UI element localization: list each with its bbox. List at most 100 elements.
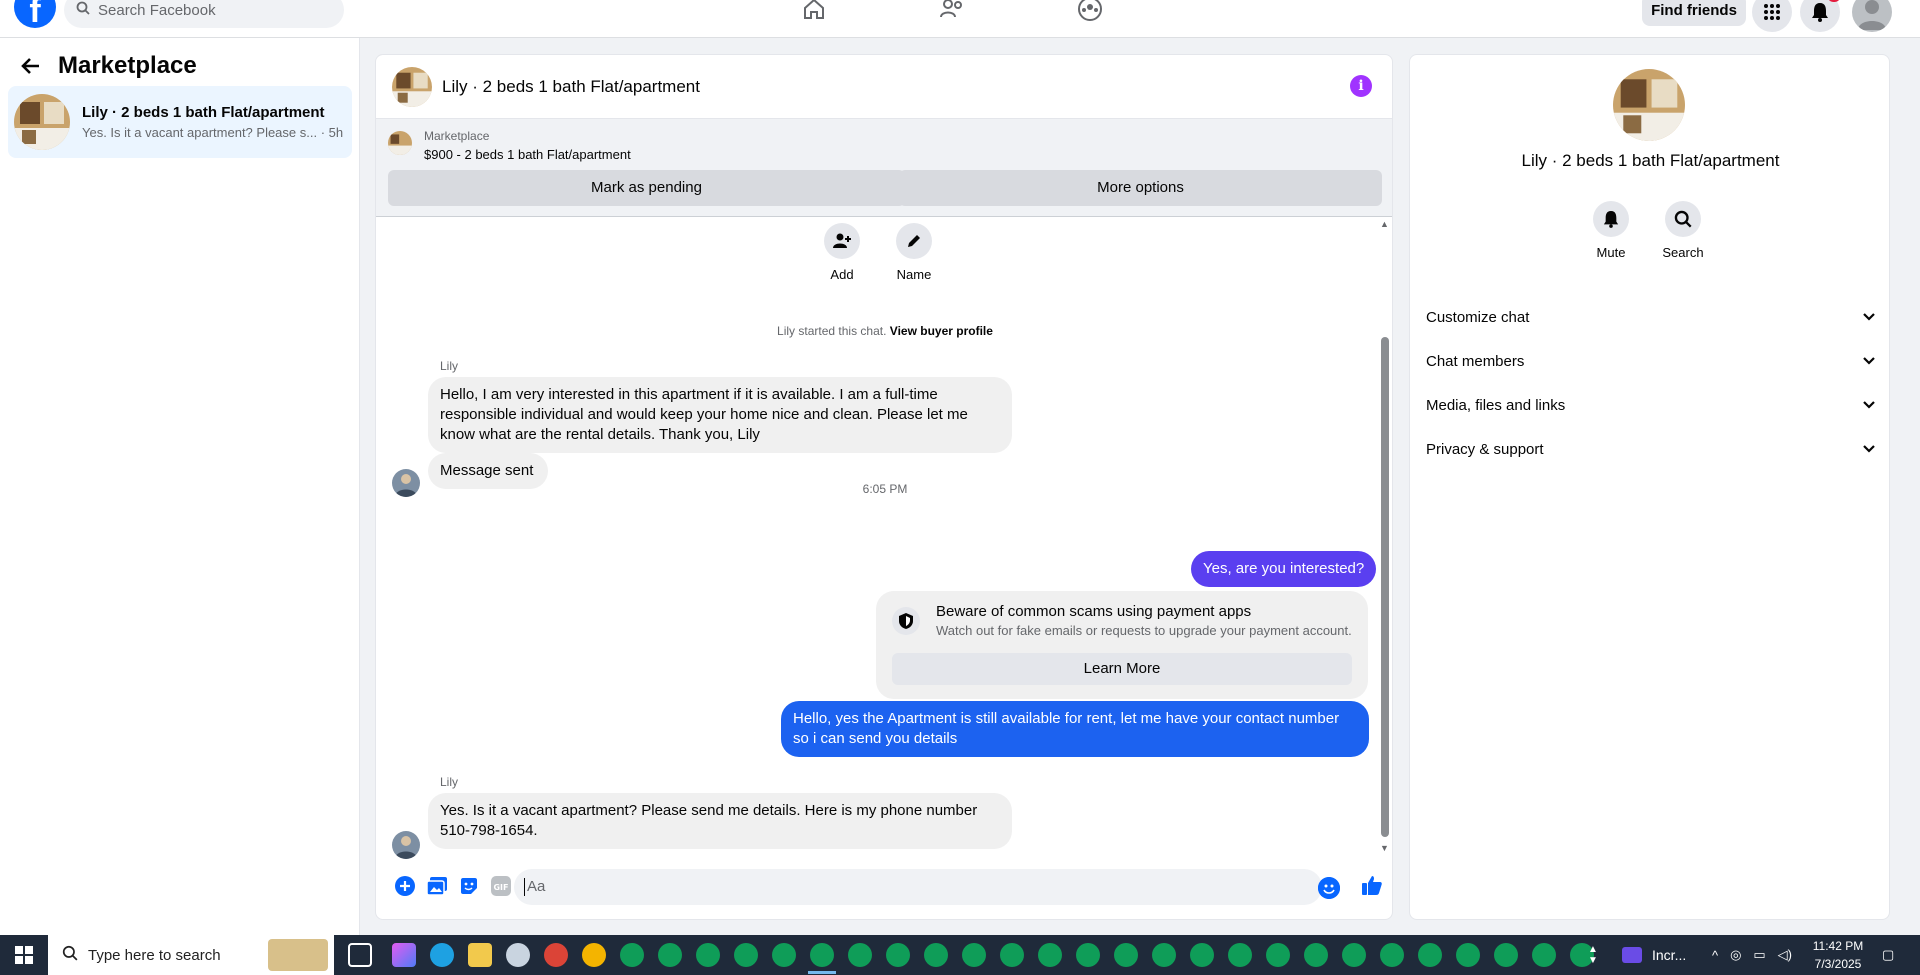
search-icon xyxy=(76,1,90,19)
back-arrow-icon[interactable] xyxy=(20,55,42,77)
scam-warning-subtitle: Watch out for fake emails or requests to… xyxy=(936,623,1352,638)
chat-started-text: Lily started this chat. xyxy=(777,324,887,338)
taskbar-clock[interactable]: 11:42 PM 7/3/2025 xyxy=(1798,937,1878,973)
menu-grid-icon[interactable] xyxy=(1752,0,1792,32)
notifications-bell-icon[interactable] xyxy=(1800,0,1840,32)
chrome-profile-icon[interactable] xyxy=(962,943,986,967)
chrome-profile-icon[interactable] xyxy=(1380,943,1404,967)
chrome-profile-icon[interactable] xyxy=(810,943,834,967)
mark-as-pending-button[interactable]: Mark as pending xyxy=(388,170,905,206)
shield-icon xyxy=(892,607,920,635)
scrollbar-thumb[interactable] xyxy=(1381,337,1389,837)
chrome-profile-icon[interactable] xyxy=(1114,943,1138,967)
taskbar-scroll-arrows-icon[interactable]: ▲ ▼ xyxy=(1588,935,1598,975)
privacy-support-section[interactable]: Privacy & support xyxy=(1426,427,1876,471)
chrome-profile-icon[interactable] xyxy=(1266,943,1290,967)
chrome-profile-icon[interactable] xyxy=(1228,943,1252,967)
find-friends-button[interactable]: Find friends xyxy=(1642,0,1746,26)
chrome-profile-icon[interactable] xyxy=(734,943,758,967)
file-explorer-icon[interactable] xyxy=(468,943,492,967)
more-options-button[interactable]: More options xyxy=(899,170,1382,206)
incoming-message-bubble[interactable]: Hello, I am very interested in this apar… xyxy=(428,377,1012,453)
edge-browser-icon[interactable] xyxy=(430,943,454,967)
plus-circle-icon[interactable] xyxy=(394,875,416,897)
marketplace-listing-thumbnail xyxy=(388,131,412,155)
volume-icon[interactable]: ◁) xyxy=(1778,947,1792,963)
chat-members-section[interactable]: Chat members xyxy=(1426,339,1876,383)
windows-start-icon[interactable] xyxy=(0,935,48,975)
message-input[interactable]: Aa xyxy=(514,869,1322,905)
network-icon[interactable]: ▭ xyxy=(1753,947,1765,963)
scam-warning-card: Beware of common scams using payment app… xyxy=(876,591,1368,699)
outgoing-message-bubble[interactable]: Yes, are you interested? xyxy=(1191,551,1377,587)
taskbar-search-box[interactable]: Type here to search xyxy=(48,935,334,975)
page-scrollbar[interactable] xyxy=(1904,38,1920,935)
listing-price-title[interactable]: $900 - 2 beds 1 bath Flat/apartment xyxy=(424,147,631,162)
incremental-app-button[interactable]: Incr... xyxy=(1622,935,1686,975)
notification-center-icon[interactable]: ▢ xyxy=(1882,935,1894,975)
chrome-profile-icon[interactable] xyxy=(1304,943,1328,967)
chat-title[interactable]: Lily · 2 beds 1 bath Flat/apartment xyxy=(442,77,700,97)
task-view-icon[interactable] xyxy=(348,943,372,967)
chrome-profile-icon[interactable] xyxy=(1456,943,1480,967)
sender-name: Lily xyxy=(440,359,459,373)
chrome-profile-icon[interactable] xyxy=(1076,943,1100,967)
outgoing-message-bubble[interactable]: Hello, yes the Apartment is still availa… xyxy=(781,701,1369,757)
scam-warning-title: Beware of common scams using payment app… xyxy=(936,603,1252,620)
facebook-logo-icon[interactable]: f xyxy=(14,0,56,30)
learn-more-button[interactable]: Learn More xyxy=(892,653,1352,685)
chrome-profile-icon[interactable] xyxy=(772,943,796,967)
chrome-profile-icon[interactable] xyxy=(1038,943,1062,967)
emoji-icon[interactable] xyxy=(1318,877,1340,899)
chrome-profile-icon[interactable] xyxy=(924,943,948,967)
photo-icon[interactable] xyxy=(426,875,448,897)
chat-scrollbar[interactable]: ▲ ▼ xyxy=(1378,217,1392,857)
camera-icon[interactable]: ◎ xyxy=(1730,947,1741,963)
marketplace-listing-bar: Marketplace $900 - 2 beds 1 bath Flat/ap… xyxy=(376,119,1392,217)
chrome-profile-icon[interactable] xyxy=(620,943,644,967)
taskbar-search-placeholder: Type here to search xyxy=(88,946,221,964)
chat-header-thumbnail[interactable] xyxy=(392,66,432,107)
customize-chat-section[interactable]: Customize chat xyxy=(1426,295,1876,339)
chrome-profile-icon[interactable] xyxy=(886,943,910,967)
scroll-down-arrow-icon[interactable]: ▼ xyxy=(1380,843,1389,853)
friends-icon[interactable] xyxy=(934,0,970,24)
chrome-profile-icon[interactable] xyxy=(658,943,682,967)
chrome-profile-icon[interactable] xyxy=(1418,943,1442,967)
active-app-indicator xyxy=(808,971,836,974)
groups-icon[interactable] xyxy=(1072,0,1108,24)
chrome-profile-icon[interactable] xyxy=(848,943,872,967)
app-icon[interactable] xyxy=(506,943,530,967)
clock-date: 7/3/2025 xyxy=(1814,957,1862,971)
view-buyer-profile-link[interactable]: View buyer profile xyxy=(890,324,993,338)
chrome-icon[interactable] xyxy=(544,943,568,967)
sticker-icon[interactable] xyxy=(458,875,480,897)
info-icon[interactable]: i xyxy=(1350,75,1372,97)
chrome-profile-icon[interactable] xyxy=(1000,943,1024,967)
gif-icon[interactable]: GIF xyxy=(490,875,512,897)
incoming-message-bubble[interactable]: Yes. Is it a vacant apartment? Please se… xyxy=(428,793,1012,849)
search-facebook-input[interactable]: Search Facebook xyxy=(64,0,344,28)
home-icon[interactable] xyxy=(796,0,832,24)
chrome-profile-icon[interactable] xyxy=(696,943,720,967)
search-in-chat-action[interactable]: Search xyxy=(1653,201,1713,260)
chrome-profile-icon[interactable] xyxy=(1152,943,1176,967)
add-people-action[interactable]: Add xyxy=(807,223,877,282)
chrome-profile-icon[interactable] xyxy=(1342,943,1366,967)
chrome-profile-icon[interactable] xyxy=(1494,943,1518,967)
copilot-icon[interactable] xyxy=(392,943,416,967)
conversation-list-item[interactable]: Lily · 2 beds 1 bath Flat/apartment Yes.… xyxy=(8,86,352,158)
chrome-icon[interactable] xyxy=(582,943,606,967)
chrome-profile-icon[interactable] xyxy=(1190,943,1214,967)
scroll-up-arrow-icon[interactable]: ▲ xyxy=(1380,219,1389,229)
chrome-profile-icon[interactable] xyxy=(1532,943,1556,967)
mute-action[interactable]: Mute xyxy=(1581,201,1641,260)
like-thumbs-up-icon[interactable] xyxy=(1360,873,1384,897)
add-label: Add xyxy=(830,267,854,282)
media-files-links-section[interactable]: Media, files and links xyxy=(1426,383,1876,427)
account-avatar[interactable] xyxy=(1852,0,1892,32)
buyer-avatar[interactable] xyxy=(392,831,420,859)
chevron-up-icon[interactable]: ^ xyxy=(1712,948,1718,963)
name-chat-action[interactable]: Name xyxy=(879,223,949,282)
section-label: Media, files and links xyxy=(1426,396,1566,414)
